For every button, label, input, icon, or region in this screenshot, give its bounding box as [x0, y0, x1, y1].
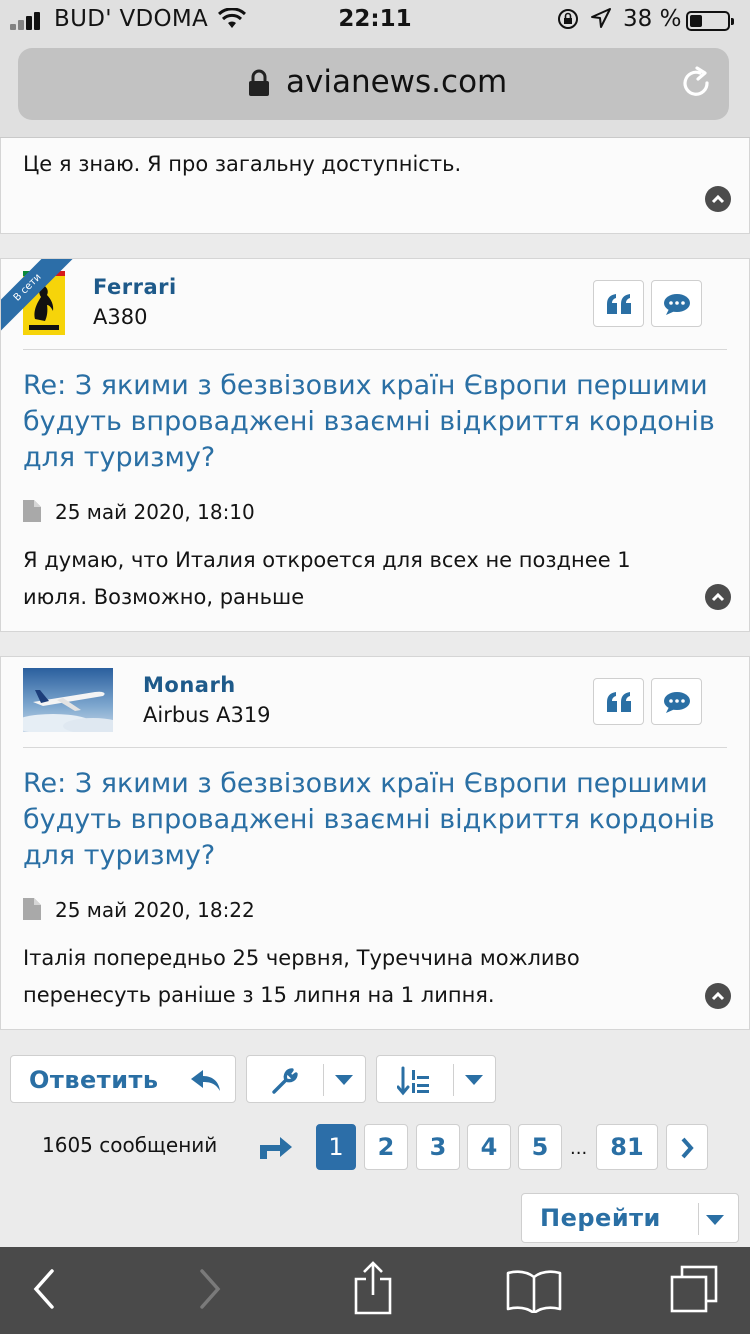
browser-chrome: BUD' VDOMA 22:11 38 % avianews.com — [0, 0, 750, 138]
forward-icon[interactable] — [198, 1267, 224, 1311]
quote-icon — [606, 691, 631, 712]
quote-button[interactable] — [593, 678, 644, 725]
post-title[interactable]: Re: З якими з безвізових країн Європи пе… — [23, 766, 723, 874]
post-divider — [23, 747, 727, 748]
comment-icon — [663, 293, 690, 315]
back-icon[interactable] — [30, 1267, 56, 1311]
post-monarh: Monarh Airbus A319 Re: З якими з безвізо… — [0, 656, 750, 1030]
post-title[interactable]: Re: З якими з безвізових країн Європи пе… — [23, 368, 723, 476]
post-date-text: 25 май 2020, 18:10 — [55, 500, 255, 524]
document-icon — [23, 898, 41, 920]
page-5[interactable]: 5 — [518, 1124, 562, 1170]
avatar[interactable] — [23, 668, 113, 732]
post-body: Я думаю, что Италия откроется для всех н… — [23, 548, 631, 609]
share-icon[interactable] — [352, 1261, 394, 1315]
page-2[interactable]: 2 — [364, 1124, 408, 1170]
page-last[interactable]: 81 — [596, 1124, 658, 1170]
document-icon — [23, 500, 41, 522]
username[interactable]: Ferrari — [93, 275, 177, 299]
url-text: avianews.com — [286, 64, 508, 100]
collapse-button[interactable] — [705, 584, 731, 610]
location-icon — [591, 8, 611, 28]
post-ferrari: В сети Ferrari A380 Re: З якими з безвіз… — [0, 258, 750, 632]
bookmarks-icon[interactable] — [506, 1269, 562, 1313]
go-to-label: Перейти — [540, 1204, 661, 1232]
post-body: Це я знаю. Я про загальну доступність. — [23, 152, 462, 176]
user-title: Airbus A319 — [143, 703, 271, 727]
chevron-up-icon — [711, 592, 725, 602]
post-date-text: 25 май 2020, 18:22 — [55, 898, 255, 922]
post-body: Італія попередньо 25 червня, Туреччина м… — [23, 946, 580, 1007]
page-4[interactable]: 4 — [467, 1124, 511, 1170]
message-count: 1605 сообщений — [42, 1133, 218, 1157]
jump-arrow-icon[interactable] — [258, 1131, 294, 1161]
browser-toolbar — [0, 1247, 750, 1334]
username[interactable]: Monarh — [143, 673, 236, 697]
page-3[interactable]: 3 — [416, 1124, 460, 1170]
chevron-up-icon — [711, 991, 725, 1001]
quote-icon — [606, 293, 631, 314]
reply-arrow-icon — [191, 1070, 220, 1091]
collapse-button[interactable] — [705, 983, 731, 1009]
lock-icon — [249, 69, 269, 96]
battery-percent: 38 % — [623, 6, 682, 32]
chevron-down-icon — [465, 1075, 483, 1085]
post-previous: Це я знаю. Я про загальну доступність. — [0, 138, 750, 234]
comment-icon — [663, 691, 690, 713]
post-date[interactable]: 25 май 2020, 18:22 — [23, 898, 255, 922]
quote-button[interactable] — [593, 280, 644, 327]
battery-icon — [686, 11, 734, 31]
next-page-button[interactable] — [666, 1124, 708, 1170]
reply-thread-button[interactable]: Ответить — [10, 1055, 236, 1103]
collapse-button[interactable] — [705, 186, 731, 212]
chevron-down-icon — [335, 1075, 353, 1085]
wrench-icon — [272, 1068, 298, 1094]
reply-thread-label: Ответить — [29, 1066, 159, 1094]
airplane-avatar-icon — [23, 668, 113, 732]
pagination-ellipsis: ... — [570, 1138, 588, 1159]
reply-button[interactable] — [651, 280, 702, 327]
tabs-icon[interactable] — [668, 1265, 720, 1315]
go-to-button[interactable]: Перейти — [521, 1193, 739, 1243]
post-date[interactable]: 25 май 2020, 18:10 — [23, 500, 255, 524]
user-title: A380 — [93, 305, 148, 329]
reload-icon[interactable] — [678, 66, 714, 102]
reply-button[interactable] — [651, 678, 702, 725]
post-divider — [23, 349, 727, 350]
chevron-up-icon — [711, 194, 725, 204]
rotation-lock-icon — [558, 9, 578, 29]
chevron-right-icon — [681, 1137, 694, 1159]
thread-tools-button[interactable] — [246, 1055, 366, 1103]
status-bar: BUD' VDOMA 22:11 38 % — [0, 0, 750, 40]
sort-numeric-icon — [397, 1066, 429, 1096]
sort-button[interactable] — [376, 1055, 496, 1103]
page-1[interactable]: 1 — [316, 1124, 356, 1170]
chevron-down-icon — [706, 1215, 724, 1225]
address-bar[interactable]: avianews.com — [18, 48, 729, 120]
